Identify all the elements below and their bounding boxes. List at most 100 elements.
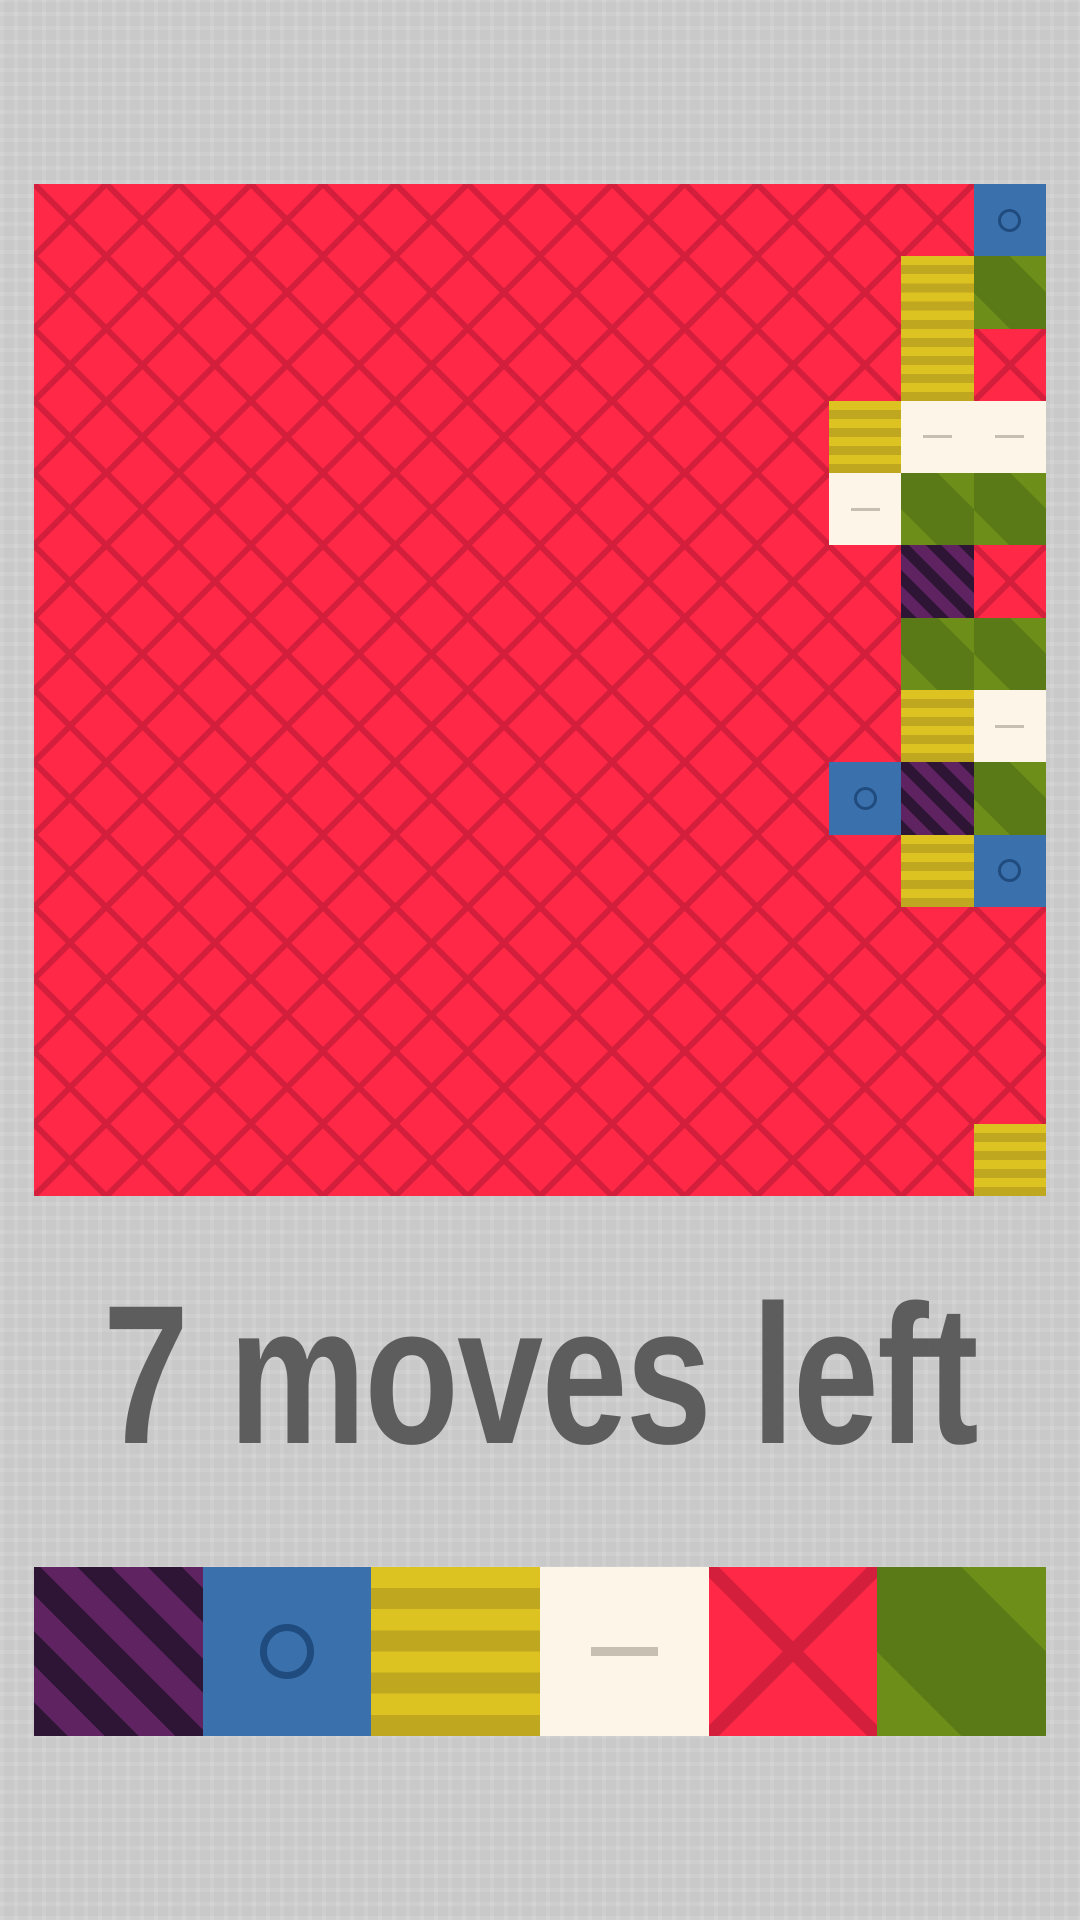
board-cell-red	[106, 400, 179, 474]
board-cell-red	[684, 545, 757, 618]
board-cell-red	[467, 617, 540, 690]
board-cell-red	[539, 689, 613, 763]
board-cell-red	[395, 617, 468, 690]
board-cell-red	[756, 762, 830, 835]
board-cell-red	[34, 1051, 107, 1124]
board-cell-red	[829, 1123, 902, 1196]
board-cell-red	[829, 256, 902, 329]
board-cell-yellow	[901, 689, 974, 763]
board-cell-red	[467, 545, 540, 618]
diamond-icon	[901, 473, 974, 546]
board-cell-red	[612, 473, 685, 546]
color-button-cream[interactable]	[540, 1567, 709, 1736]
board-cell-red	[395, 1051, 468, 1124]
board-cell-cream	[829, 473, 902, 546]
board-cell-red	[178, 617, 251, 690]
board-cell-red	[539, 545, 613, 618]
board-cell-red	[684, 473, 757, 546]
board-cell-red	[323, 834, 396, 907]
board-cell-red	[539, 1123, 613, 1196]
board-cell-red	[34, 473, 107, 546]
board-cell-red	[467, 400, 540, 474]
board-cell-red	[467, 689, 540, 763]
color-button-green[interactable]	[877, 1567, 1046, 1736]
ring-icon	[853, 786, 877, 810]
dash-icon	[923, 435, 953, 439]
board-cell-red	[34, 689, 107, 763]
board-cell-red	[612, 834, 685, 907]
board-cell-red	[756, 400, 830, 474]
board-cell-red	[756, 1123, 830, 1196]
board-cell-red	[34, 834, 107, 907]
board-cell-purple	[901, 545, 974, 618]
color-button-yellow[interactable]	[371, 1567, 540, 1736]
board-cell-red	[612, 762, 685, 835]
board-cell-red	[829, 545, 902, 618]
dash-icon	[995, 435, 1025, 439]
board-cell-red	[539, 473, 613, 546]
board-cell-red	[178, 184, 251, 257]
board-cell-red	[395, 184, 468, 257]
board-cell-red	[34, 617, 107, 690]
board-cell-cream	[973, 689, 1046, 763]
board-cell-green	[973, 762, 1046, 835]
board-cell-red	[901, 906, 974, 980]
board-cell-red	[106, 1123, 179, 1196]
board-cell-red	[467, 1123, 540, 1196]
board-cell-red	[539, 1051, 613, 1124]
board-cell-red	[34, 545, 107, 618]
board-cell-green	[901, 473, 974, 546]
board-cell-red	[323, 979, 396, 1052]
board-cell-red	[250, 762, 324, 835]
board-cell-red	[539, 906, 613, 980]
board-cell-red	[973, 906, 1046, 980]
board-cell-red	[539, 762, 613, 835]
diamond-icon	[877, 1567, 1046, 1736]
board-cell-red	[684, 689, 757, 763]
board-cell-red	[106, 328, 179, 401]
board-cell-red	[612, 1123, 685, 1196]
board-cell-red	[756, 689, 830, 763]
board-cell-red	[539, 979, 613, 1052]
board-cell-red	[250, 1051, 324, 1124]
board-cell-yellow	[901, 834, 974, 907]
color-button-purple[interactable]	[34, 1567, 203, 1736]
board-cell-red	[178, 979, 251, 1052]
board-cell-red	[34, 1123, 107, 1196]
dash-icon	[995, 724, 1025, 728]
board-cell-red	[973, 545, 1046, 618]
ring-icon	[998, 859, 1022, 883]
board-cell-red	[395, 400, 468, 474]
board-cell-red	[395, 1123, 468, 1196]
color-button-blue[interactable]	[202, 1567, 372, 1736]
board-cell-red	[323, 762, 396, 835]
board-cell-red	[612, 906, 685, 980]
board-cell-red	[323, 689, 396, 763]
board-cell-red	[612, 689, 685, 763]
board-cell-green	[973, 256, 1046, 329]
board-cell-red	[901, 184, 974, 257]
moves-left-label: 7 moves left	[103, 1264, 979, 1485]
board-cell-yellow	[901, 256, 974, 329]
board-cell-red	[323, 473, 396, 546]
board-cell-red	[829, 834, 902, 907]
board-cell-red	[829, 1051, 902, 1124]
board-cell-red	[178, 400, 251, 474]
board-cell-red	[178, 689, 251, 763]
board-cell-red	[106, 184, 179, 257]
board-cell-red	[684, 400, 757, 474]
board-cell-red	[395, 906, 468, 980]
board-cell-red	[250, 979, 324, 1052]
board-cell-red	[395, 762, 468, 835]
board-cell-red	[178, 1123, 251, 1196]
board-cell-red	[178, 762, 251, 835]
board-cell-red	[178, 545, 251, 618]
board-cell-red	[250, 689, 324, 763]
color-button-red[interactable]	[708, 1567, 878, 1736]
board-cell-red	[756, 328, 830, 401]
board-cell-red	[539, 400, 613, 474]
board-cell-red	[467, 906, 540, 980]
board-cell-red	[467, 473, 540, 546]
board-cell-red	[684, 184, 757, 257]
board-cell-red	[539, 328, 613, 401]
